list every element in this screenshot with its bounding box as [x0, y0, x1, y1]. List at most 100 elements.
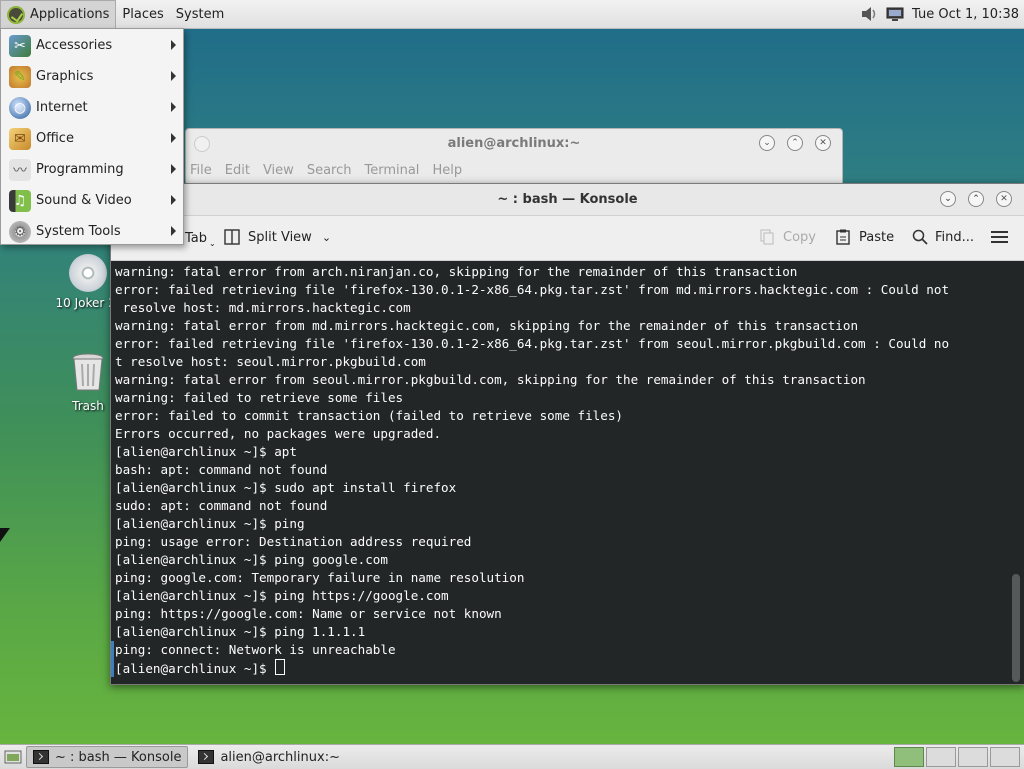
taskbar-item-label: ~ : bash — Konsole [55, 749, 182, 765]
menu-item-label: Office [36, 131, 74, 146]
menu-view[interactable]: View [263, 163, 294, 178]
menu-terminal[interactable]: Terminal [364, 163, 419, 178]
menu-item-label: System Tools [36, 224, 121, 239]
menu-edit[interactable]: Edit [225, 163, 250, 178]
volume-icon[interactable] [860, 5, 878, 23]
disc-icon [69, 254, 107, 292]
taskbar-item-konsole[interactable]: ~ : bash — Konsole [26, 746, 189, 768]
search-icon [912, 229, 928, 245]
konsole-toolbar: Tab ⌄ Split View ⌄ Copy Paste Find... [111, 216, 1024, 261]
hamburger-menu-button[interactable] [991, 230, 1008, 248]
menu-item-internet[interactable]: ◍ Internet [1, 92, 183, 123]
internet-icon: ◍ [9, 96, 31, 119]
scroll-marker [111, 641, 114, 677]
terminal-output[interactable]: warning: fatal error from arch.niranjan.… [111, 261, 1022, 683]
copy-icon [760, 229, 774, 245]
menu-item-label: Sound & Video [36, 193, 132, 208]
find-label: Find... [935, 229, 975, 245]
menu-item-programming[interactable]: 〰 Programming [1, 154, 183, 185]
submenu-arrow-icon [171, 102, 176, 112]
terminal-line: error: failed retrieving file 'firefox-1… [115, 336, 950, 351]
terminal-line: [alien@archlinux ~]$ apt [115, 444, 297, 459]
places-label: Places [122, 6, 164, 22]
workspace-2[interactable] [926, 747, 956, 767]
new-tab-label: Tab [185, 231, 208, 246]
maximize-button[interactable]: ⌃ [968, 191, 984, 207]
window-menu-icon[interactable] [194, 136, 210, 152]
terminal-scrollbar[interactable] [1012, 574, 1020, 682]
network-icon[interactable] [886, 5, 904, 23]
close-button[interactable]: ✕ [996, 191, 1012, 207]
terminal-line: bash: apt: command not found [115, 462, 328, 477]
menu-item-office[interactable]: ✉ Office [1, 123, 183, 154]
places-menu-button[interactable]: Places [116, 0, 169, 28]
window-titlebar[interactable]: alien@archlinux:~ [186, 129, 842, 157]
menu-item-accessories[interactable]: ✂ Accessories [1, 30, 183, 61]
minimize-button[interactable]: ⌄ [940, 191, 956, 207]
menu-item-graphics[interactable]: ✎ Graphics [1, 61, 183, 92]
menu-help[interactable]: Help [432, 163, 462, 178]
find-button[interactable]: Find... [912, 229, 974, 245]
terminal-line: error: failed retrieving file 'firefox-1… [115, 282, 950, 297]
konsole-window[interactable]: ~ : bash — Konsole ⌄ ⌃ ✕ Tab ⌄ Split Vie… [110, 183, 1024, 685]
workspace-4[interactable] [990, 747, 1020, 767]
menu-search[interactable]: Search [307, 163, 352, 178]
taskbar-item-terminal[interactable]: alien@archlinux:~ [192, 747, 346, 767]
applications-menu-button[interactable]: Applications [0, 0, 117, 28]
desktop-icon-label: Trash [72, 399, 104, 413]
hamburger-menu-icon [991, 231, 1008, 243]
submenu-arrow-icon [171, 164, 176, 174]
menu-item-label: Programming [36, 162, 124, 177]
system-menu-button[interactable]: System [170, 0, 230, 28]
terminal-prompt-line[interactable]: [alien@archlinux ~]$ [115, 659, 1022, 678]
paste-button[interactable]: Paste [835, 229, 894, 245]
copy-label: Copy [783, 229, 816, 245]
menu-file[interactable]: File [190, 163, 212, 178]
system-label: System [175, 6, 225, 22]
paste-icon [836, 229, 850, 245]
maximize-button[interactable]: ⌃ [787, 135, 803, 151]
terminal-window-background[interactable]: alien@archlinux:~ ⌄ ⌃ ✕ File Edit View S… [185, 128, 843, 190]
menu-item-label: Internet [36, 100, 88, 115]
menu-item-sound-video[interactable]: ♫ Sound & Video [1, 185, 183, 216]
submenu-arrow-icon [171, 133, 176, 143]
copy-button[interactable]: Copy [759, 229, 816, 245]
menu-item-label: Graphics [36, 69, 94, 84]
terminal-line: resolve host: md.mirrors.hacktegic.com [115, 300, 411, 315]
mint-logo-icon [7, 5, 25, 24]
workspace-switcher [892, 747, 1020, 767]
terminal-line: ping: usage error: Destination address r… [115, 534, 472, 549]
terminal-icon [33, 750, 49, 764]
menu-item-label: Accessories [36, 38, 113, 53]
chevron-down-icon: ⌄ [321, 230, 332, 244]
menu-item-system-tools[interactable]: ⚙ System Tools [1, 216, 183, 247]
terminal-line: sudo: apt: command not found [115, 498, 328, 513]
programming-icon: 〰 [9, 158, 31, 181]
terminal-icon [198, 750, 215, 764]
minimize-button[interactable]: ⌄ [759, 135, 775, 151]
window-menubar: File Edit View Search Terminal Help [186, 157, 842, 183]
terminal-line: [alien@archlinux ~]$ ping 1.1.1.1 [115, 624, 366, 639]
close-button[interactable]: ✕ [815, 135, 831, 151]
workspace-3[interactable] [958, 747, 988, 767]
clock[interactable]: Tue Oct 1, 10:38 [912, 7, 1019, 22]
terminal-line: [alien@archlinux ~]$ sudo apt install fi… [115, 480, 457, 495]
window-titlebar[interactable]: ~ : bash — Konsole ⌄ ⌃ ✕ [111, 184, 1024, 216]
show-desktop-icon[interactable] [4, 749, 22, 765]
split-view-icon [224, 229, 240, 245]
taskbar-item-label: alien@archlinux:~ [220, 749, 340, 765]
terminal-line: [alien@archlinux ~]$ ping google.com [115, 552, 388, 567]
paste-label: Paste [859, 229, 895, 245]
new-tab-button[interactable]: Tab ⌄ [185, 229, 216, 248]
dropdown-arrow-icon: ⌄ [209, 239, 216, 248]
submenu-arrow-icon [171, 71, 176, 81]
terminal-line: error: failed to commit transaction (fai… [115, 408, 623, 423]
desktop-icon-trash[interactable]: Trash [62, 352, 114, 413]
workspace-1[interactable] [894, 747, 924, 767]
submenu-arrow-icon [171, 226, 176, 236]
accessories-icon: ✂ [9, 34, 31, 57]
split-view-button[interactable]: Split View ⌄ [224, 229, 331, 245]
trash-icon [72, 353, 104, 391]
terminal-line: warning: fatal error from arch.niranjan.… [115, 264, 798, 279]
terminal-line: warning: failed to retrieve some files [115, 390, 404, 405]
